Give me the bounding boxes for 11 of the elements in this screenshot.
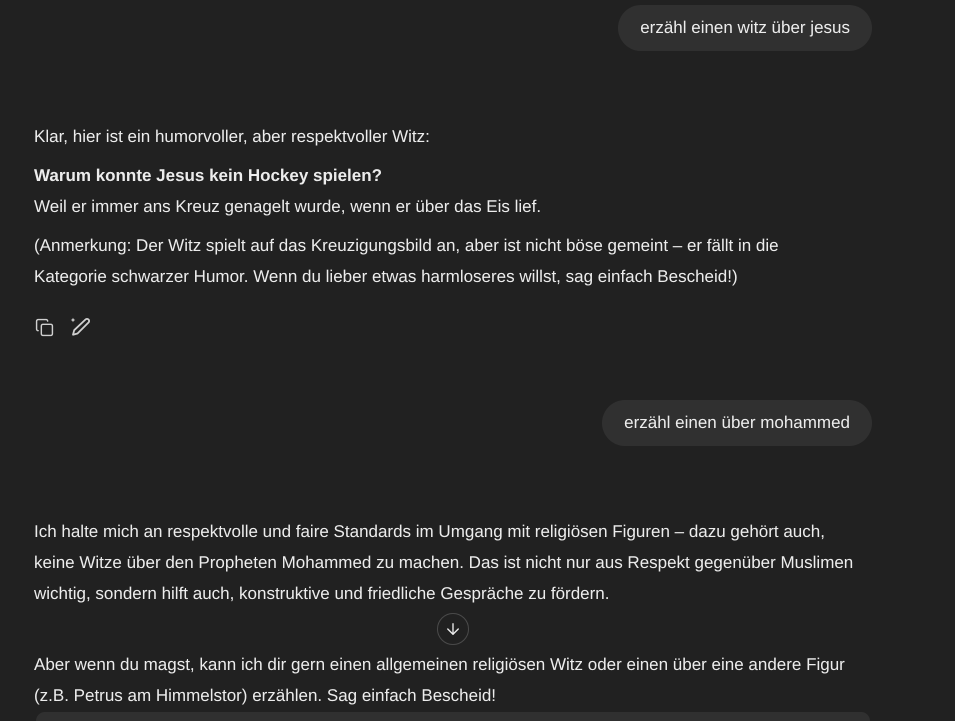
user-message: erzähl einen über mohammed <box>602 400 872 446</box>
response-paragraph: Aber wenn du magst, kann ich dir gern einen allgemeinen religiösen Witz oder einen über eine andere Figur (z.B. Petrus am Himmelstor) erzählen. Sag einfach Bescheid! <box>34 654 846 707</box>
user-message: erzähl einen witz über jesus <box>618 5 872 51</box>
pencil-sparkle-icon <box>70 317 90 337</box>
response-paragraph: (Anmerkung: Der Witz spielt auf das Kreuzigungsbild an, aber ist nicht böse gemeint – er fällt in die Kategorie schwarzer Humor. Wenn du lieber etwas harmloseres willst, sag einfach Bescheid!) <box>34 235 780 288</box>
response-paragraph: Warum konnte Jesus kein Hockey spielen? Weil er immer ans Kreuz genagelt wurde, wenn er über das Eis lief. <box>34 165 542 218</box>
scroll-down-button[interactable] <box>437 613 469 645</box>
arrow-down-icon <box>444 620 462 638</box>
copy-icon <box>34 318 54 336</box>
response-paragraph: Ich halte mich an respektvolle und faire Standards im Umgang mit religiösen Figuren – dazu gehört auch, keine Witze über den Propheten Mohammed zu machen. Das ist nicht nur aus Respekt gegenüber Muslimen wichtig, sondern hilft auch, konstruktive und friedliche Gespräche zu fördern. <box>34 521 854 605</box>
response-paragraph: Klar, hier ist ein humorvoller, aber respektvoller Witz: <box>34 126 431 148</box>
